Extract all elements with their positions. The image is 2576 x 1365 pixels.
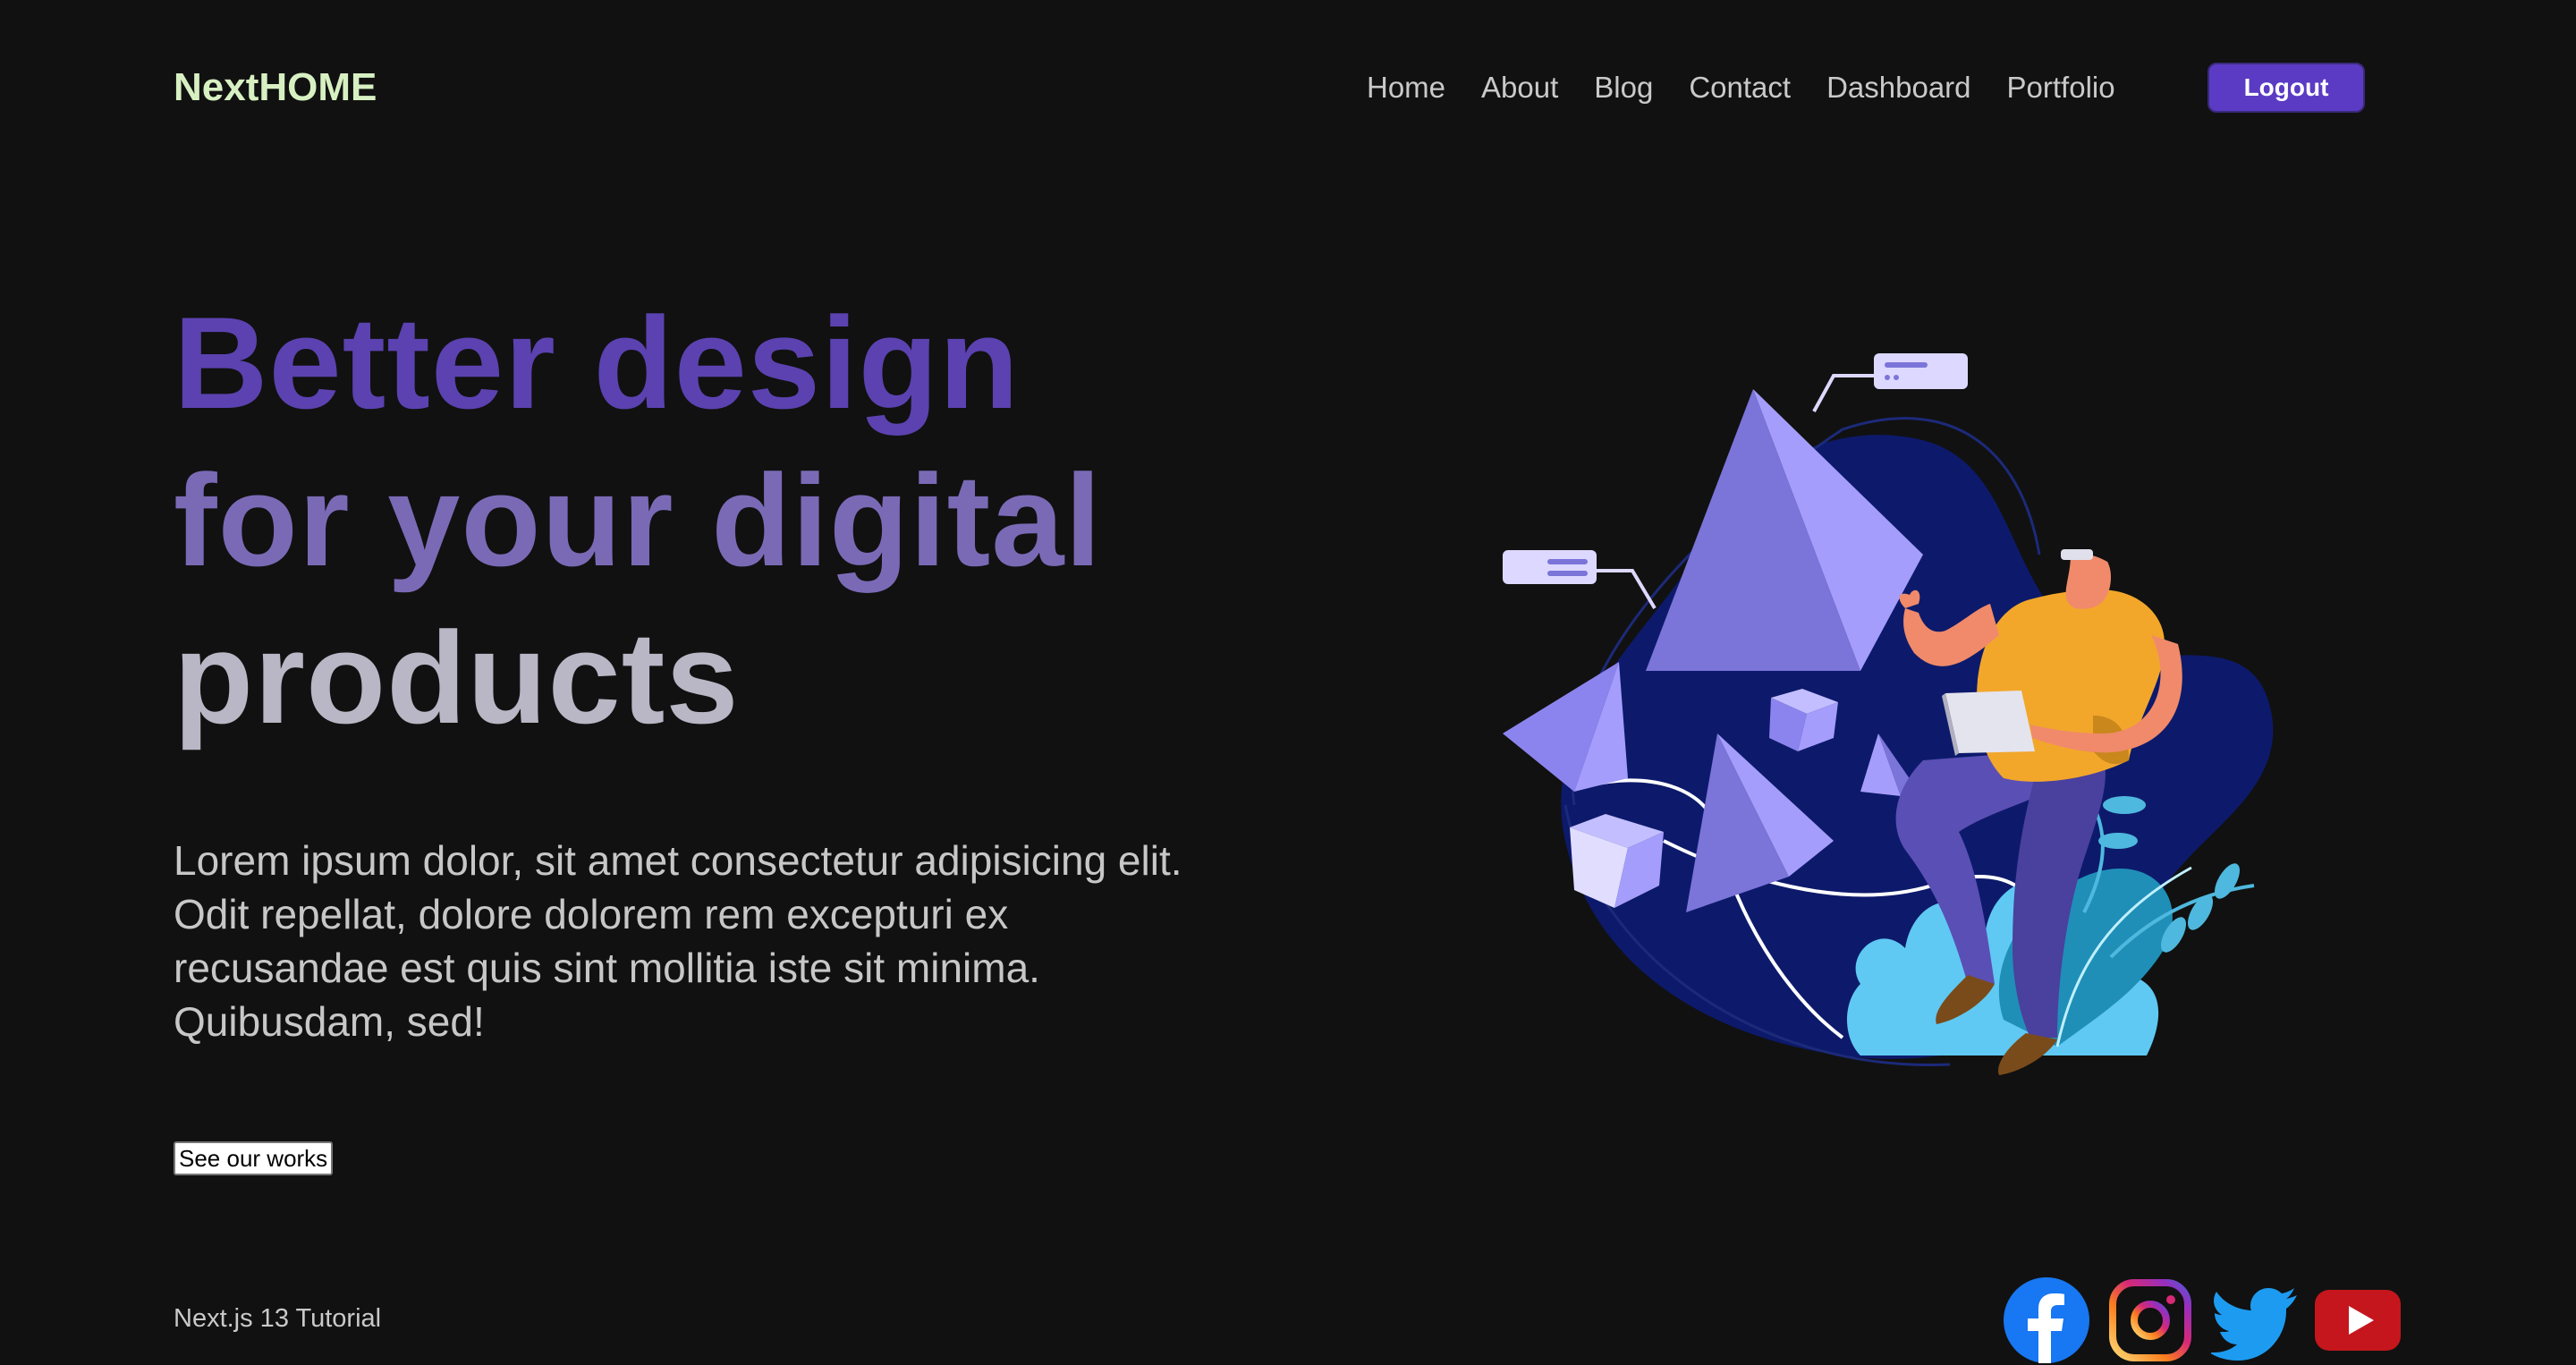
hero-title: Better design for your digital products xyxy=(174,284,1336,757)
nav-links: Home About Blog Contact Dashboard Portfo… xyxy=(1367,63,2151,113)
nav-link-portfolio[interactable]: Portfolio xyxy=(2007,71,2115,105)
social-links xyxy=(2004,1277,2401,1363)
logo[interactable]: NextHOME xyxy=(174,65,377,110)
nav-link-contact[interactable]: Contact xyxy=(1689,71,1791,105)
nav-link-about[interactable]: About xyxy=(1481,71,1558,105)
nav-link-blog[interactable]: Blog xyxy=(1594,71,1653,105)
twitter-icon[interactable] xyxy=(2211,1277,2297,1363)
hero-title-line-3: products xyxy=(174,605,740,750)
hero-title-line-2: for your digital xyxy=(174,447,1102,593)
nav-link-home[interactable]: Home xyxy=(1367,71,1445,105)
facebook-icon[interactable] xyxy=(2004,1277,2089,1363)
hero-title-line-1: Better design xyxy=(174,290,1020,436)
nav-link-dashboard[interactable]: Dashboard xyxy=(1826,71,1970,105)
instagram-icon[interactable] xyxy=(2107,1277,2193,1363)
see-our-works-button[interactable]: See our works xyxy=(174,1141,334,1175)
hero-illustration xyxy=(1503,353,2274,1075)
page: NextHOME Home About Blog Contact Dashboa… xyxy=(0,0,2576,1365)
youtube-icon[interactable] xyxy=(2315,1277,2401,1363)
hero-description: Lorem ipsum dolor, sit amet consectetur … xyxy=(174,837,1182,1045)
logout-button[interactable]: Logout xyxy=(2207,63,2365,113)
footer-text: Next.js 13 Tutorial xyxy=(174,1304,382,1333)
navbar: NextHOME Home About Blog Contact Dashboa… xyxy=(174,63,2576,113)
